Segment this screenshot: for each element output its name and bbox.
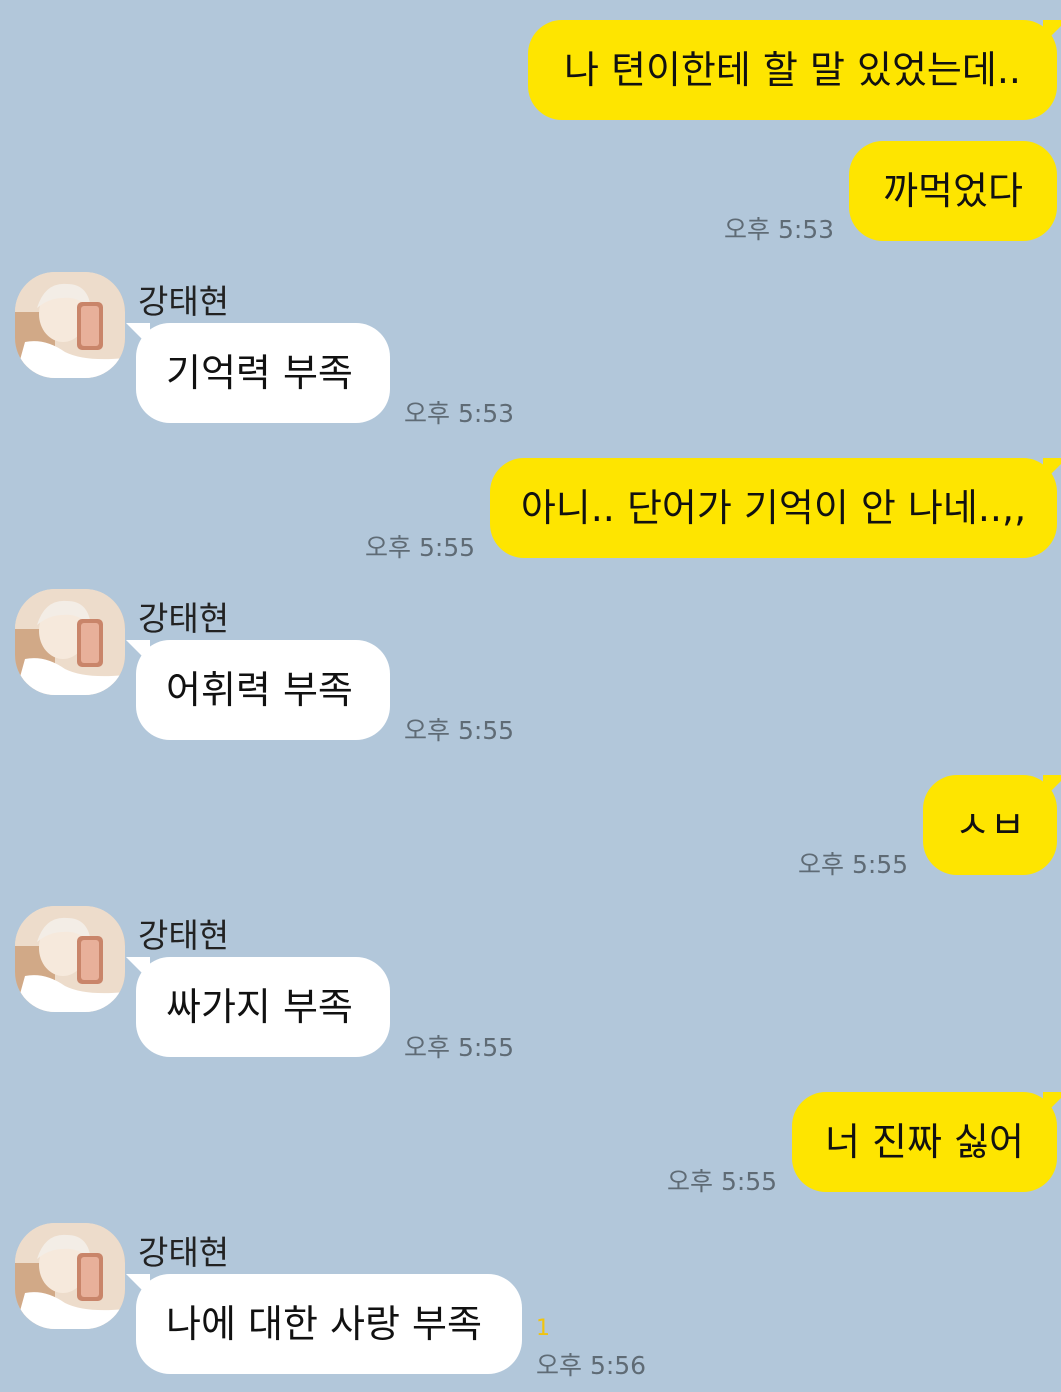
message-text: 아니.. 단어가 기억이 안 나네..,, [520, 486, 1027, 530]
contact-avatar[interactable] [15, 589, 125, 695]
message-timestamp: 오후 5:55 [798, 850, 909, 879]
message-timestamp: 오후 5:55 [404, 716, 515, 745]
message-timestamp: 오후 5:55 [365, 533, 476, 562]
sender-name: 강태현 [138, 1233, 230, 1272]
message-bubble-sent[interactable]: ㅅㅂ [923, 775, 1061, 875]
message-timestamp: 오후 5:53 [724, 215, 835, 244]
sender-name: 강태현 [138, 916, 230, 955]
profile-photo-icon [15, 589, 125, 695]
contact-avatar[interactable] [15, 906, 125, 1012]
message-text: 어휘력 부족 [166, 668, 353, 712]
message-bubble-received[interactable]: 어휘력 부족 [126, 640, 390, 740]
sender-name: 강태현 [138, 282, 230, 321]
message-bubble-sent[interactable]: 까먹었다 [849, 141, 1057, 241]
message-bubble-received[interactable]: 기억력 부족 [126, 323, 390, 423]
profile-photo-icon [15, 1223, 125, 1329]
sender-name: 강태현 [138, 599, 230, 638]
message-text: 싸가지 부족 [166, 985, 353, 1029]
unread-count-badge: 1 [536, 1316, 550, 1341]
profile-photo-icon [15, 906, 125, 1012]
message-timestamp: 오후 5:53 [404, 399, 515, 428]
message-text: 기억력 부족 [166, 351, 353, 395]
contact-avatar[interactable] [15, 272, 125, 378]
bubble-tail [126, 640, 150, 664]
bubble-tail [126, 1274, 150, 1298]
contact-avatar[interactable] [15, 1223, 125, 1329]
message-timestamp: 오후 5:55 [404, 1033, 515, 1062]
bubble-tail [126, 323, 150, 347]
message-text: 까먹었다 [883, 169, 1023, 213]
message-timestamp: 오후 5:56 [536, 1351, 647, 1380]
message-bubble-sent[interactable]: 아니.. 단어가 기억이 안 나네..,, [490, 458, 1061, 558]
message-bubble-sent[interactable]: 너 진짜 싫어 [792, 1092, 1061, 1192]
message-bubble-sent[interactable]: 나 텬이한테 할 말 있었는데.. [528, 20, 1061, 120]
message-text: 나 텬이한테 할 말 있었는데.. [563, 48, 1022, 92]
bubble-tail [1043, 1092, 1061, 1116]
bubble-tail [1043, 20, 1061, 44]
message-text: ㅅㅂ [955, 803, 1025, 847]
message-bubble-received[interactable]: 싸가지 부족 [126, 957, 390, 1057]
message-timestamp: 오후 5:55 [667, 1167, 778, 1196]
profile-photo-icon [15, 272, 125, 378]
message-text: 나에 대한 사랑 부족 [166, 1302, 482, 1346]
message-text: 너 진짜 싫어 [825, 1120, 1024, 1164]
message-bubble-received[interactable]: 나에 대한 사랑 부족 [126, 1274, 522, 1374]
bubble-tail [1043, 458, 1061, 482]
bubble-tail [126, 957, 150, 981]
bubble-tail [1043, 775, 1061, 799]
